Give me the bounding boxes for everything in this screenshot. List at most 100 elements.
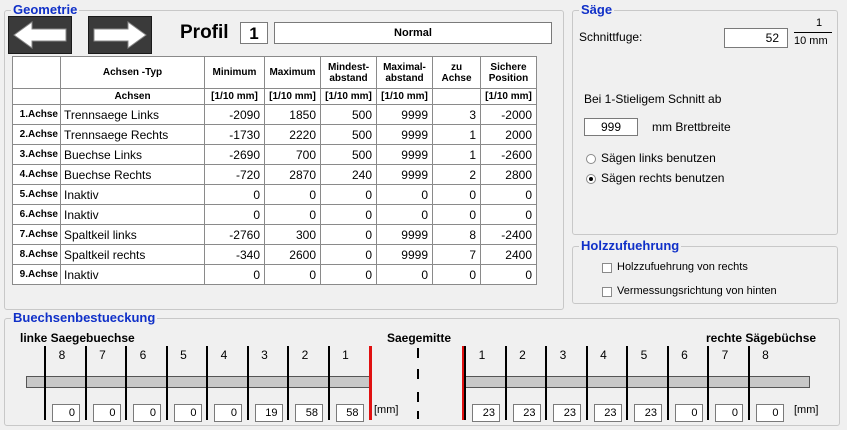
minimum-cell[interactable]: -2090 — [204, 104, 265, 125]
left-spacer-value-input[interactable]: 0 — [173, 404, 202, 422]
minimum-cell[interactable]: -2690 — [204, 144, 265, 165]
maximalabstand-cell[interactable]: 0 — [376, 184, 433, 205]
left-spacer-tick — [206, 346, 208, 420]
radio-links[interactable] — [586, 154, 596, 164]
sichere-position-cell[interactable]: 2400 — [480, 244, 537, 265]
zu-achse-cell[interactable]: 1 — [432, 144, 481, 165]
right-spacer-value-input[interactable]: 0 — [715, 404, 743, 422]
maximalabstand-cell[interactable]: 9999 — [376, 104, 433, 125]
axis-type-cell[interactable]: Trennsaege Rechts — [60, 124, 205, 145]
maximalabstand-cell[interactable]: 9999 — [376, 144, 433, 165]
axis-type-cell[interactable]: Inaktiv — [60, 204, 205, 225]
right-position-number: 7 — [721, 348, 729, 362]
zu-achse-cell[interactable]: 2 — [432, 164, 481, 185]
minimum-cell[interactable]: -1730 — [204, 124, 265, 145]
maximalabstand-cell[interactable]: 9999 — [376, 224, 433, 245]
minimum-cell[interactable]: -340 — [204, 244, 265, 265]
left-spacer-value-input[interactable]: 0 — [52, 404, 80, 422]
maximum-cell[interactable]: 0 — [264, 204, 321, 225]
mindestabstand-cell[interactable]: 500 — [320, 144, 377, 165]
zu-achse-cell[interactable]: 0 — [432, 184, 481, 205]
previous-profile-button[interactable] — [8, 16, 72, 54]
zu-achse-cell[interactable]: 7 — [432, 244, 481, 265]
unit-cell: [1/10 mm] — [480, 88, 537, 105]
profil-name-field[interactable]: Normal — [274, 22, 552, 44]
sichere-position-cell[interactable]: 0 — [480, 184, 537, 205]
schnittfuge-input[interactable]: 52 — [724, 28, 788, 48]
left-spacer-value-input[interactable]: 19 — [254, 404, 283, 422]
maximum-cell[interactable]: 0 — [264, 264, 321, 285]
mindestabstand-cell[interactable]: 240 — [320, 164, 377, 185]
zu-achse-cell[interactable]: 1 — [432, 124, 481, 145]
mindestabstand-cell[interactable]: 0 — [320, 224, 377, 245]
table-row: 1.Achse Trennsaege Links -2090 1850 500 9999 3… — [12, 104, 537, 125]
axis-type-cell[interactable]: Inaktiv — [60, 184, 205, 205]
zu-achse-cell[interactable]: 0 — [432, 204, 481, 225]
zu-achse-cell[interactable]: 3 — [432, 104, 481, 125]
sichere-position-cell[interactable]: 0 — [480, 204, 537, 225]
zu-achse-cell[interactable]: 0 — [432, 264, 481, 285]
left-spacer-value-input[interactable]: 0 — [92, 404, 121, 422]
maximum-cell[interactable]: 2600 — [264, 244, 321, 265]
minimum-cell[interactable]: -720 — [204, 164, 265, 185]
unit-numerator: 1 — [816, 17, 823, 29]
right-spacer-value-input[interactable]: 0 — [755, 404, 784, 422]
mindestabstand-cell[interactable]: 0 — [320, 264, 377, 285]
mindestabstand-cell[interactable]: 500 — [320, 124, 377, 145]
right-spacer-value-input[interactable]: 23 — [512, 404, 541, 422]
maximum-cell[interactable]: 0 — [264, 184, 321, 205]
checkbox-holz-rechts-label[interactable]: Holzzufuehrung von rechts — [617, 261, 748, 273]
left-spacer-value-input[interactable]: 0 — [133, 404, 161, 422]
left-spacer-value-input[interactable]: 58 — [335, 404, 364, 422]
axis-type-cell[interactable]: Trennsaege Links — [60, 104, 205, 125]
sichere-position-cell[interactable]: 2000 — [480, 124, 537, 145]
axis-type-cell[interactable]: Inaktiv — [60, 264, 205, 285]
right-spacer-value-input[interactable]: 23 — [593, 404, 622, 422]
minimum-cell[interactable]: 0 — [204, 184, 265, 205]
zu-achse-cell[interactable]: 8 — [432, 224, 481, 245]
maximalabstand-cell[interactable]: 0 — [376, 204, 433, 225]
axis-type-cell[interactable]: Buechse Rechts — [60, 164, 205, 185]
mindestabstand-cell[interactable]: 0 — [320, 244, 377, 265]
mindestabstand-cell[interactable]: 0 — [320, 184, 377, 205]
checkbox-hinten-label[interactable]: Vermessungsrichtung von hinten — [617, 285, 777, 297]
maximum-cell[interactable]: 2220 — [264, 124, 321, 145]
maximalabstand-cell[interactable]: 9999 — [376, 164, 433, 185]
axis-type-cell[interactable]: Spaltkeil rechts — [60, 244, 205, 265]
sichere-position-cell[interactable]: -2600 — [480, 144, 537, 165]
maximalabstand-cell[interactable]: 9999 — [376, 124, 433, 145]
maximalabstand-cell[interactable]: 9999 — [376, 244, 433, 265]
right-spacer-value-input[interactable]: 23 — [634, 404, 662, 422]
right-spacer-value-input[interactable]: 0 — [674, 404, 703, 422]
profil-number-field[interactable]: 1 — [240, 22, 268, 44]
right-spacer-tick — [666, 346, 669, 420]
sichere-position-cell[interactable]: 0 — [480, 264, 537, 285]
radio-rechts-label[interactable]: Sägen rechts benutzen — [601, 171, 724, 185]
checkbox-holz-rechts[interactable] — [602, 263, 612, 273]
maximalabstand-cell[interactable]: 0 — [376, 264, 433, 285]
maximum-cell[interactable]: 2870 — [264, 164, 321, 185]
sichere-position-cell[interactable]: -2000 — [480, 104, 537, 125]
minimum-cell[interactable]: 0 — [204, 264, 265, 285]
axis-type-cell[interactable]: Buechse Links — [60, 144, 205, 165]
sichere-position-cell[interactable]: 2800 — [480, 164, 537, 185]
brettbreite-input[interactable]: 999 — [584, 118, 638, 136]
minimum-cell[interactable]: 0 — [204, 204, 265, 225]
mindestabstand-cell[interactable]: 0 — [320, 204, 377, 225]
right-spacer-tick — [707, 346, 709, 420]
maximum-cell[interactable]: 1850 — [264, 104, 321, 125]
maximum-cell[interactable]: 300 — [264, 224, 321, 245]
maximum-cell[interactable]: 700 — [264, 144, 321, 165]
radio-links-label[interactable]: Sägen links benutzen — [601, 151, 716, 165]
axis-type-cell[interactable]: Spaltkeil links — [60, 224, 205, 245]
next-profile-button[interactable] — [88, 16, 152, 54]
right-spacer-value-input[interactable]: 23 — [553, 404, 581, 422]
mindestabstand-cell[interactable]: 500 — [320, 104, 377, 125]
right-spacer-value-input[interactable]: 23 — [472, 404, 500, 422]
left-spacer-value-input[interactable]: 0 — [214, 404, 242, 422]
radio-rechts[interactable] — [586, 174, 596, 184]
minimum-cell[interactable]: -2760 — [204, 224, 265, 245]
left-spacer-value-input[interactable]: 58 — [295, 404, 323, 422]
sichere-position-cell[interactable]: -2400 — [480, 224, 537, 245]
checkbox-hinten[interactable] — [602, 287, 612, 297]
